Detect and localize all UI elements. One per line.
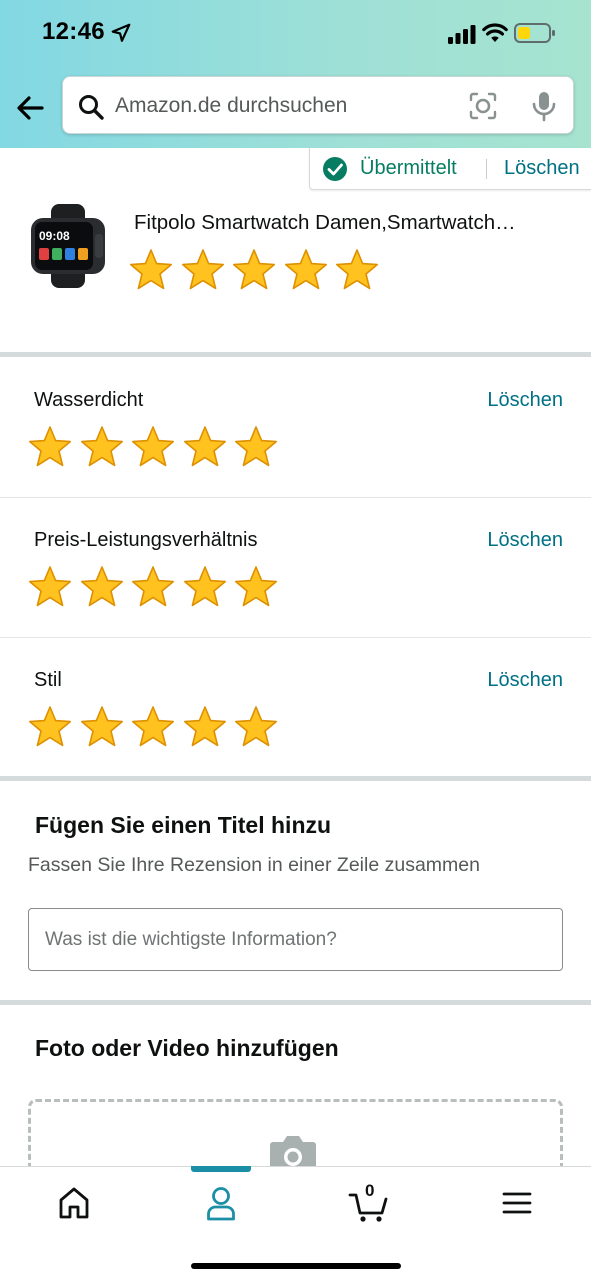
- title-section-subtitle: Fassen Sie Ihre Rezension in einer Zeile…: [28, 854, 480, 876]
- star-filled-icon[interactable]: [182, 565, 228, 609]
- home-indicator: [191, 1263, 401, 1269]
- star-filled-icon[interactable]: [130, 565, 176, 609]
- attribute-delete-waterproof[interactable]: Löschen: [487, 389, 563, 412]
- home-icon: [59, 1187, 89, 1219]
- submission-status-bar: Übermittelt Löschen: [309, 148, 591, 190]
- nav-home[interactable]: [52, 1183, 96, 1223]
- battery-icon: [514, 23, 555, 43]
- account-icon: [207, 1187, 235, 1221]
- status-bar: 12:46: [0, 0, 591, 66]
- star-filled-icon[interactable]: [130, 705, 176, 749]
- star-filled-icon[interactable]: [130, 425, 176, 469]
- app-header: 12:46: [0, 0, 591, 148]
- attribute-label-style: Stil: [34, 669, 62, 691]
- nav-account[interactable]: [199, 1183, 243, 1223]
- submitted-status-text: Übermittelt: [360, 157, 457, 179]
- star-filled-icon[interactable]: [27, 425, 73, 469]
- star-filled-icon[interactable]: [182, 705, 228, 749]
- cellular-signal-icon: [448, 25, 476, 44]
- back-arrow-icon[interactable]: [12, 90, 48, 126]
- star-filled-icon[interactable]: [27, 565, 73, 609]
- location-arrow-icon: [111, 23, 131, 42]
- attribute-delete-value-for-money[interactable]: Löschen: [487, 529, 563, 552]
- section-divider: [0, 352, 591, 357]
- attribute-delete-style[interactable]: Löschen: [487, 669, 563, 692]
- row-divider: [0, 497, 591, 498]
- attribute-label-waterproof: Wasserdicht: [34, 389, 144, 411]
- star-filled-icon[interactable]: [180, 248, 226, 292]
- svg-text:09:08: 09:08: [39, 229, 70, 243]
- star-filled-icon[interactable]: [182, 425, 228, 469]
- attribute-star-rating-style[interactable]: [27, 705, 285, 749]
- product-star-rating[interactable]: [128, 248, 386, 292]
- attribute-star-rating-value-for-money[interactable]: [27, 565, 285, 609]
- attribute-star-rating-waterproof[interactable]: [27, 425, 285, 469]
- star-filled-icon[interactable]: [231, 248, 277, 292]
- nav-menu[interactable]: [495, 1183, 539, 1223]
- section-divider: [0, 776, 591, 781]
- star-filled-icon[interactable]: [128, 248, 174, 292]
- star-filled-icon[interactable]: [233, 425, 279, 469]
- product-title: Fitpolo Smartwatch Damen,Smartwatch…: [134, 211, 516, 234]
- star-filled-icon[interactable]: [27, 705, 73, 749]
- search-bar[interactable]: [62, 76, 574, 134]
- star-filled-icon[interactable]: [79, 565, 125, 609]
- search-icon: [79, 95, 104, 120]
- star-filled-icon[interactable]: [233, 705, 279, 749]
- menu-icon: [502, 1192, 532, 1214]
- star-filled-icon[interactable]: [79, 705, 125, 749]
- status-time: 12:46: [42, 18, 105, 45]
- wifi-icon: [482, 23, 508, 42]
- active-tab-indicator: [191, 1166, 251, 1172]
- star-filled-icon[interactable]: [79, 425, 125, 469]
- delete-review-link[interactable]: Löschen: [504, 157, 580, 180]
- search-input[interactable]: [115, 87, 455, 125]
- star-filled-icon[interactable]: [334, 248, 380, 292]
- pill-divider: [486, 159, 487, 179]
- microphone-icon[interactable]: [529, 90, 559, 122]
- product-image: 09:08: [31, 204, 105, 288]
- cart-count-badge: 0: [365, 1181, 375, 1200]
- title-section-heading: Fügen Sie einen Titel hinzu: [35, 812, 332, 838]
- section-divider: [0, 1000, 591, 1005]
- row-divider: [0, 637, 591, 638]
- star-filled-icon[interactable]: [283, 248, 329, 292]
- media-section-heading: Foto oder Video hinzufügen: [35, 1035, 339, 1061]
- review-title-input[interactable]: [28, 908, 563, 971]
- star-filled-icon[interactable]: [233, 565, 279, 609]
- camera-search-icon[interactable]: [469, 92, 497, 120]
- attribute-label-value-for-money: Preis-Leistungsverhältnis: [34, 529, 258, 551]
- check-circle-icon: [323, 157, 347, 181]
- nav-cart[interactable]: 0: [348, 1181, 392, 1223]
